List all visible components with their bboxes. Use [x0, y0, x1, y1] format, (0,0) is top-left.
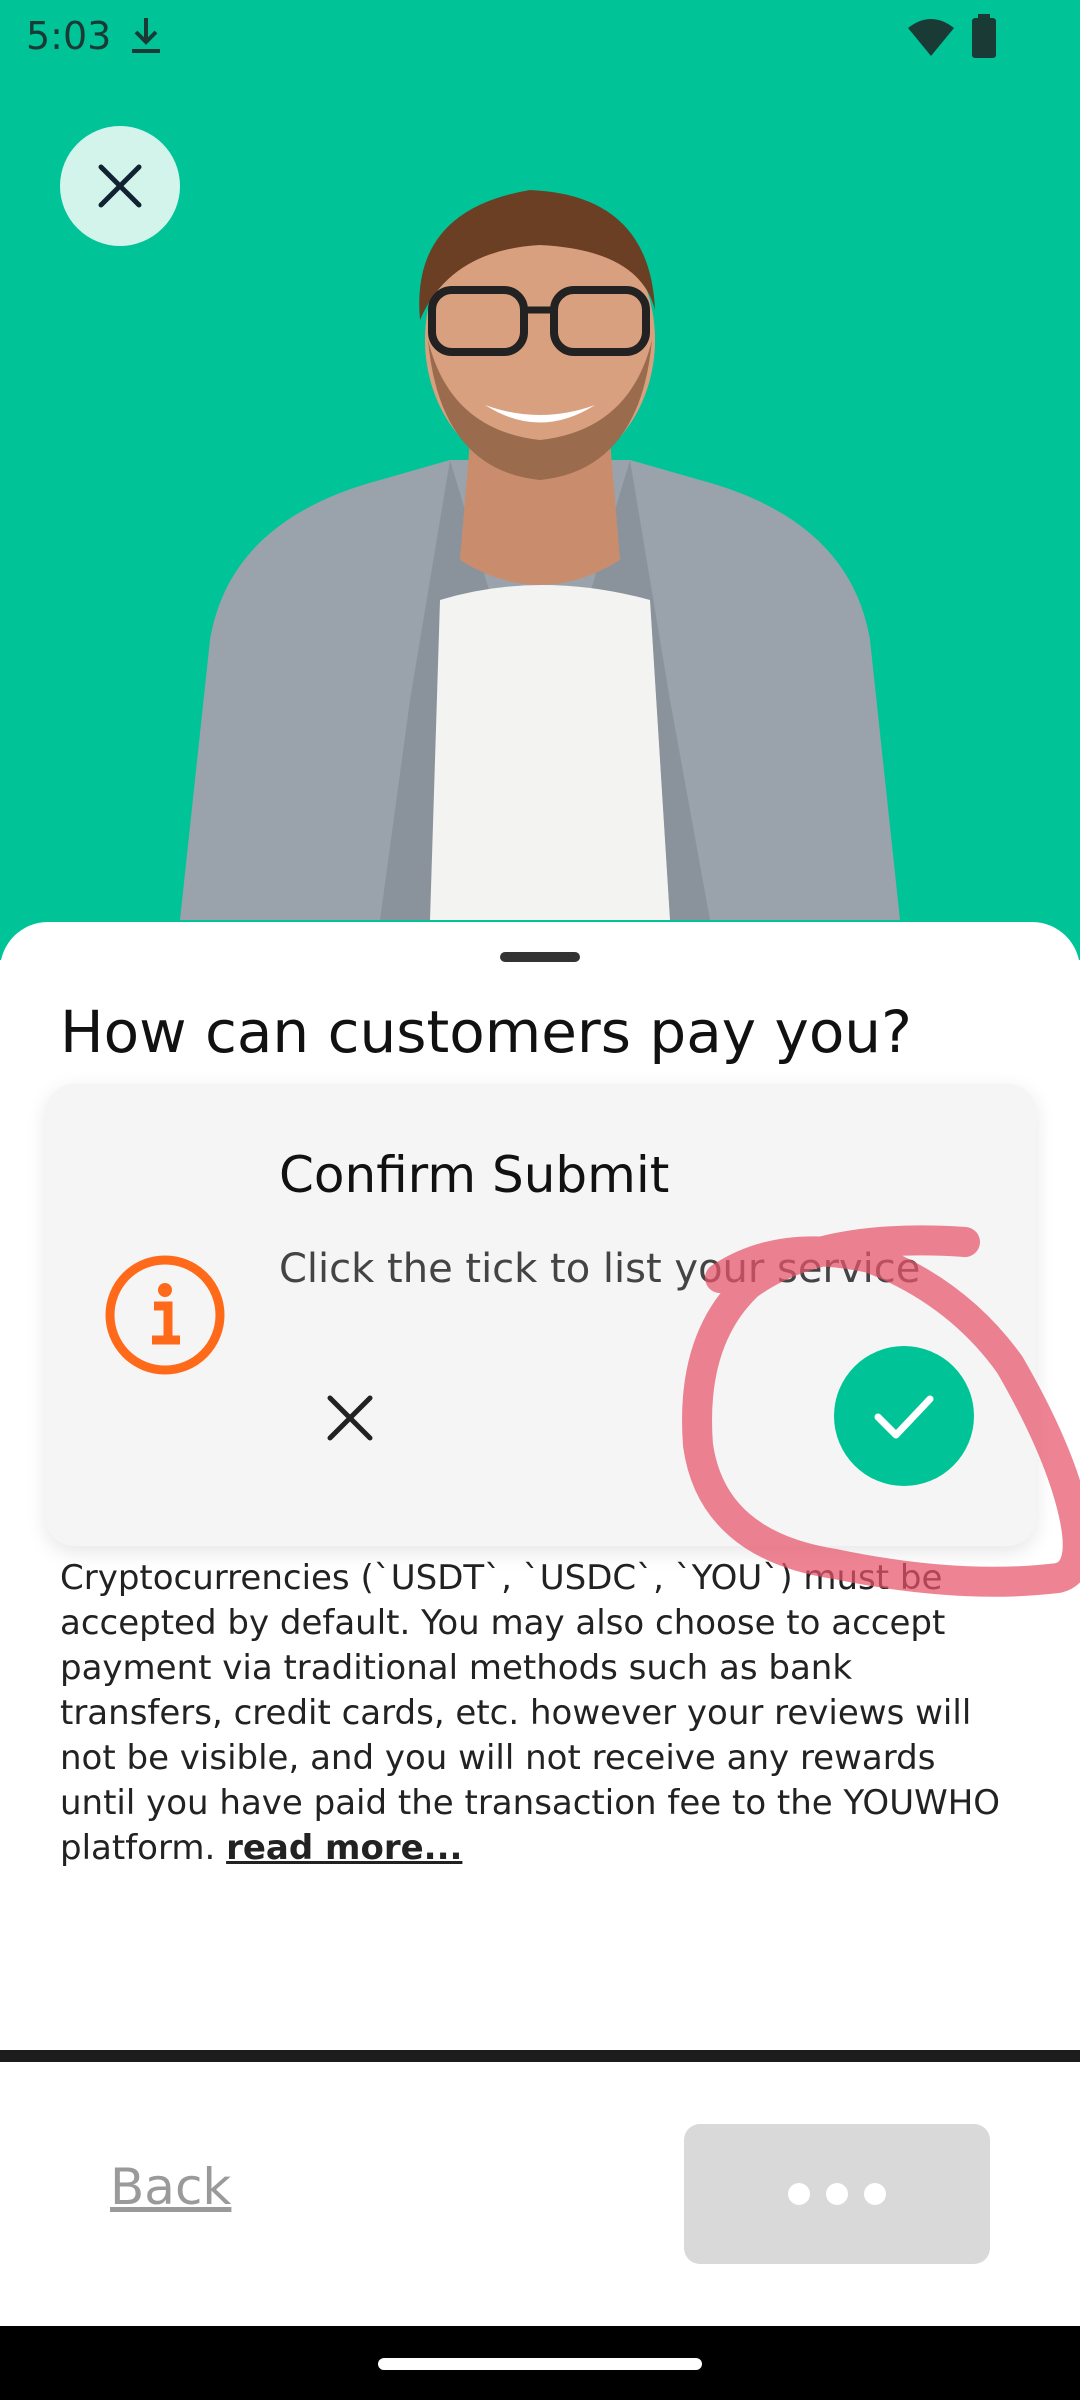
- dialog-message: Click the tick to list your service: [279, 1246, 921, 1292]
- more-dots-icon: [864, 2183, 886, 2205]
- close-icon: [327, 1395, 373, 1441]
- page-title: How can customers pay you?: [60, 998, 912, 1066]
- read-more-link[interactable]: read more...: [226, 1828, 462, 1868]
- more-dots-icon: [826, 2183, 848, 2205]
- wifi-icon: [908, 19, 954, 56]
- footer-divider: [0, 2050, 1080, 2062]
- status-bar: 5:03: [0, 0, 1080, 72]
- info-icon: [105, 1255, 225, 1375]
- close-icon: [98, 164, 142, 208]
- person-photo: [180, 190, 900, 920]
- status-time: 5:03: [26, 14, 112, 58]
- download-icon: [132, 18, 160, 53]
- payment-description-text: Cryptocurrencies (`USDT`, `USDC`, `YOU`)…: [60, 1558, 1001, 1868]
- payment-description: Cryptocurrencies (`USDT`, `USDC`, `YOU`)…: [60, 1556, 1020, 1871]
- sheet-handle[interactable]: [500, 952, 580, 962]
- dialog-confirm-button[interactable]: [834, 1346, 974, 1486]
- check-icon: [874, 1395, 934, 1439]
- home-gesture-handle[interactable]: [378, 2358, 702, 2370]
- dialog-cancel-button[interactable]: [318, 1386, 382, 1450]
- system-nav-bar: [0, 2326, 1080, 2400]
- back-button[interactable]: Back: [110, 2158, 231, 2216]
- close-button[interactable]: [60, 126, 180, 246]
- more-dots-icon: [788, 2183, 810, 2205]
- dialog-title: Confirm Submit: [279, 1146, 670, 1204]
- battery-icon: [972, 14, 996, 58]
- more-button[interactable]: [684, 2124, 990, 2264]
